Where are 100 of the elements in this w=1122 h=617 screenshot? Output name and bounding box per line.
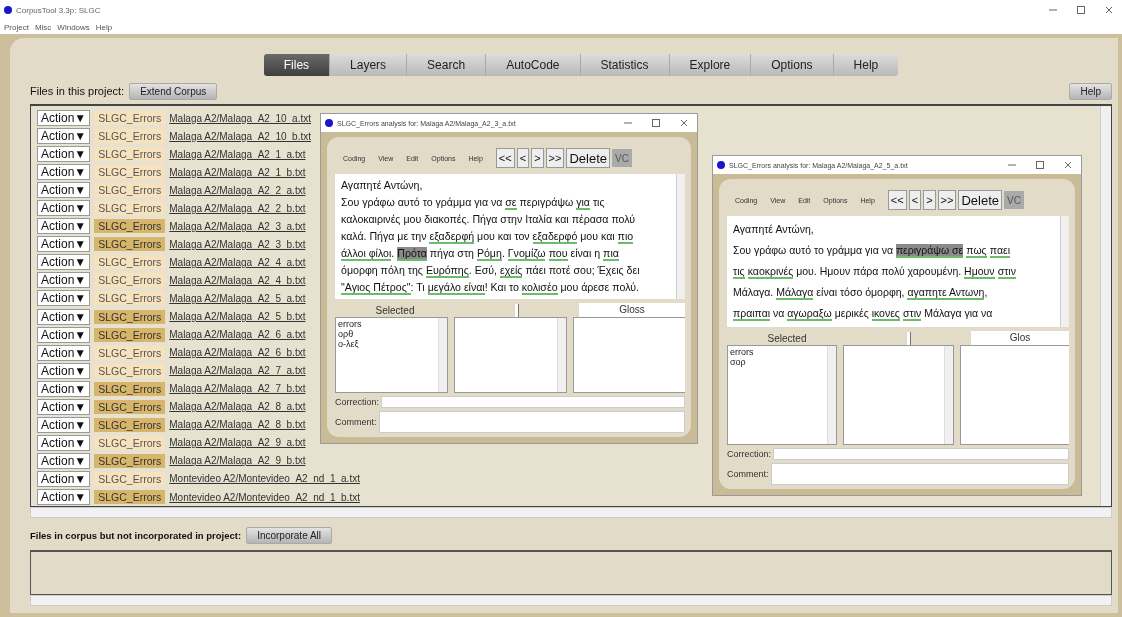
- file-link[interactable]: Malaga A2/Malaga_A2_2_b.txt: [169, 202, 306, 214]
- file-link[interactable]: Malaga A2/Malaga_A2_4_b.txt: [169, 274, 306, 286]
- layer-tag[interactable]: SLGC_Errors: [94, 147, 166, 162]
- action-dropdown[interactable]: Action▼: [37, 452, 91, 469]
- nav-button[interactable]: <<: [887, 190, 907, 210]
- close-icon[interactable]: [1063, 160, 1073, 170]
- scrollbar[interactable]: [438, 318, 447, 392]
- nav-button[interactable]: >: [923, 190, 936, 210]
- menu-item[interactable]: Windows: [57, 22, 90, 32]
- code-item[interactable]: ο-λεξ: [338, 339, 436, 349]
- layer-tag[interactable]: SLGC_Errors: [94, 327, 166, 342]
- scrollbar[interactable]: [557, 318, 566, 392]
- action-dropdown[interactable]: Action▼: [37, 416, 91, 433]
- delete-button[interactable]: Delete: [566, 148, 610, 168]
- action-dropdown[interactable]: Action▼: [37, 362, 91, 379]
- file-link[interactable]: Malaga A2/Malaga_A2_9_b.txt: [169, 455, 306, 467]
- layer-tag[interactable]: SLGC_Errors: [94, 273, 166, 288]
- nav-button[interactable]: >: [531, 148, 544, 168]
- layer-tag[interactable]: SLGC_Errors: [94, 453, 166, 468]
- restore-icon[interactable]: [1076, 5, 1086, 15]
- close-icon[interactable]: [679, 118, 689, 128]
- file-link[interactable]: Malaga A2/Malaga_A2_7_a.txt: [169, 365, 306, 377]
- layer-tag[interactable]: SLGC_Errors: [94, 183, 166, 198]
- code-item[interactable]: σορ: [730, 357, 826, 367]
- layer-tag[interactable]: SLGC_Errors: [94, 309, 166, 324]
- tab[interactable]: Layers: [330, 54, 408, 76]
- layer-tag[interactable]: SLGC_Errors: [94, 490, 166, 504]
- action-dropdown[interactable]: Action▼: [37, 272, 91, 289]
- scrollbar[interactable]: [30, 595, 1112, 606]
- layer-tag[interactable]: SLGC_Errors: [94, 129, 166, 144]
- action-dropdown[interactable]: Action▼: [37, 326, 91, 343]
- action-dropdown[interactable]: Action▼: [37, 434, 91, 451]
- action-dropdown[interactable]: Action▼: [37, 489, 91, 505]
- scrollbar[interactable]: [1100, 106, 1111, 506]
- nav-button[interactable]: <: [908, 190, 922, 210]
- layer-tag[interactable]: SLGC_Errors: [94, 237, 166, 252]
- tab[interactable]: Files: [263, 54, 331, 76]
- maximize-icon[interactable]: [1035, 160, 1045, 170]
- layer-tag[interactable]: SLGC_Errors: [94, 291, 166, 306]
- layer-tag[interactable]: SLGC_Errors: [94, 345, 166, 360]
- nav-button[interactable]: <<: [495, 148, 515, 168]
- code-item[interactable]: errors: [730, 347, 826, 357]
- comment-field[interactable]: [770, 463, 1069, 485]
- action-dropdown[interactable]: Action▼: [37, 128, 91, 145]
- file-link[interactable]: Montevideo A2/Montevideo_A2_nd_1_b.txt: [169, 491, 360, 503]
- layer-tag[interactable]: SLGC_Errors: [94, 111, 166, 125]
- file-link[interactable]: Malaga A2/Malaga_A2_1_b.txt: [169, 166, 306, 178]
- layer-tag[interactable]: SLGC_Errors: [94, 471, 166, 486]
- file-link[interactable]: Malaga A2/Malaga_A2_10_b.txt: [169, 130, 312, 142]
- action-dropdown[interactable]: Action▼: [37, 182, 91, 199]
- layer-tag[interactable]: SLGC_Errors: [94, 165, 166, 180]
- file-link[interactable]: Malaga A2/Malaga_A2_3_a.txt: [169, 220, 306, 232]
- tab[interactable]: AutoCode: [486, 54, 581, 76]
- extend-corpus-button[interactable]: Extend Corpus: [129, 82, 218, 100]
- action-dropdown[interactable]: Action▼: [37, 200, 91, 217]
- splitter-handle[interactable]: [515, 303, 519, 317]
- scrollbar[interactable]: [30, 507, 1112, 518]
- menu-item[interactable]: Misc: [34, 22, 52, 32]
- action-dropdown[interactable]: Action▼: [37, 344, 91, 361]
- correction-field[interactable]: [381, 396, 685, 408]
- incorporate-all-button[interactable]: Incorporate All: [246, 526, 333, 544]
- maximize-icon[interactable]: [651, 118, 661, 128]
- layer-tag[interactable]: SLGC_Errors: [94, 417, 166, 432]
- file-link[interactable]: Malaga A2/Malaga_A2_6_b.txt: [169, 347, 306, 359]
- layer-tag[interactable]: SLGC_Errors: [94, 219, 166, 234]
- close-icon[interactable]: [1104, 5, 1114, 15]
- tab[interactable]: Options: [751, 54, 834, 76]
- correction-field[interactable]: [773, 448, 1069, 460]
- file-link[interactable]: Malaga A2/Malaga_A2_8_b.txt: [169, 419, 306, 431]
- action-dropdown[interactable]: Action▼: [37, 164, 91, 181]
- nav-button[interactable]: >>: [937, 190, 957, 210]
- tab[interactable]: Explore: [669, 54, 752, 76]
- file-link[interactable]: Malaga A2/Malaga_A2_7_b.txt: [169, 383, 306, 395]
- layer-tag[interactable]: SLGC_Errors: [94, 255, 166, 270]
- code-item[interactable]: ορθ: [338, 329, 436, 339]
- file-link[interactable]: Malaga A2/Malaga_A2_1_a.txt: [169, 148, 306, 160]
- file-link[interactable]: Malaga A2/Malaga_A2_9_a.txt: [169, 437, 306, 449]
- delete-button[interactable]: Delete: [958, 190, 1002, 210]
- file-link[interactable]: Malaga A2/Malaga_A2_4_a.txt: [169, 256, 306, 268]
- layer-tag[interactable]: SLGC_Errors: [94, 435, 166, 450]
- scrollbar[interactable]: [943, 346, 953, 444]
- layer-tag[interactable]: SLGC_Errors: [94, 363, 166, 378]
- action-dropdown[interactable]: Action▼: [37, 254, 91, 271]
- action-dropdown[interactable]: Action▼: [37, 398, 91, 415]
- tab[interactable]: Statistics: [580, 54, 670, 76]
- tab[interactable]: Help: [833, 54, 899, 76]
- menu-item[interactable]: Help: [95, 22, 113, 32]
- action-dropdown[interactable]: Action▼: [37, 110, 91, 126]
- code-item[interactable]: errors: [338, 319, 436, 329]
- scrollbar[interactable]: [827, 346, 837, 444]
- menu-item[interactable]: Project: [4, 22, 29, 32]
- file-link[interactable]: Malaga A2/Malaga_A2_10_a.txt: [169, 112, 312, 124]
- layer-tag[interactable]: SLGC_Errors: [94, 201, 166, 216]
- action-dropdown[interactable]: Action▼: [37, 470, 91, 487]
- nav-button[interactable]: <: [516, 148, 530, 168]
- scrollbar[interactable]: [1060, 216, 1069, 327]
- layer-tag[interactable]: SLGC_Errors: [94, 381, 166, 396]
- file-link[interactable]: Malaga A2/Malaga_A2_2_a.txt: [169, 184, 306, 196]
- action-dropdown[interactable]: Action▼: [37, 290, 91, 307]
- action-dropdown[interactable]: Action▼: [37, 308, 91, 325]
